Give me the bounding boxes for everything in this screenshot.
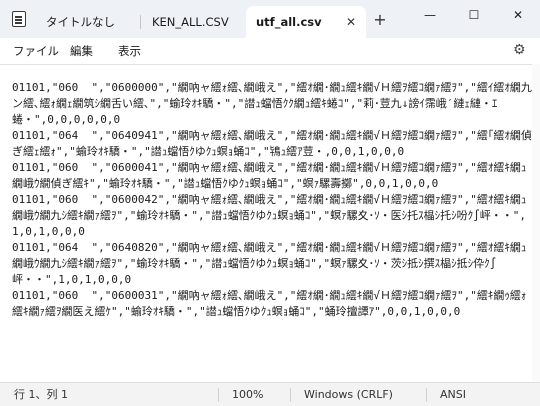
cursor-position: 行 1、列 1: [14, 388, 68, 401]
tab-untitled[interactable]: タイトルなし: [36, 6, 136, 38]
tab-ken-all-csv[interactable]: KEN_ALL.CSV: [142, 6, 242, 38]
line-ending[interactable]: Windows (CRLF): [304, 387, 393, 403]
status-divider: [218, 388, 219, 402]
menu-view[interactable]: 表示: [118, 42, 141, 60]
editor-content[interactable]: 01101,"060 ","0600000","繝吶ャ繧ｫ繧､繝峨え","繧ｵ繝…: [12, 80, 532, 320]
notepad-icon: [12, 11, 26, 27]
title-bar: タイトルなし KEN_ALL.CSV utf_all.csv ✕ + — ☐ ✕: [0, 0, 540, 38]
settings-gear-icon[interactable]: ⚙: [513, 43, 527, 57]
tab-utf-all-csv[interactable]: utf_all.csv ✕: [246, 6, 366, 38]
vertical-scrollbar[interactable]: [532, 64, 540, 382]
zoom-level[interactable]: 100%: [232, 387, 263, 403]
close-window-button[interactable]: ✕: [496, 0, 540, 30]
text-editor[interactable]: 01101,"060 ","0600000","繝吶ャ繧ｫ繧､繝峨え","繧ｵ繝…: [0, 64, 540, 382]
new-tab-button[interactable]: +: [370, 10, 390, 30]
menu-file[interactable]: ファイル: [13, 42, 59, 60]
status-divider: [426, 388, 427, 402]
tab-divider: [140, 15, 141, 29]
close-tab-icon[interactable]: ✕: [346, 6, 356, 38]
tab-label: KEN_ALL.CSV: [152, 15, 229, 29]
tab-label: utf_all.csv: [256, 15, 322, 29]
status-divider: [290, 388, 291, 402]
encoding[interactable]: ANSI: [440, 387, 466, 403]
menu-bar: ファイル 編集 表示 ⚙: [0, 38, 540, 64]
minimize-button[interactable]: —: [408, 0, 452, 30]
menu-edit[interactable]: 編集: [70, 42, 93, 60]
maximize-button[interactable]: ☐: [452, 0, 496, 30]
status-bar: 行 1、列 1 100% Windows (CRLF) ANSI: [0, 382, 540, 406]
tab-label: タイトルなし: [46, 15, 115, 29]
